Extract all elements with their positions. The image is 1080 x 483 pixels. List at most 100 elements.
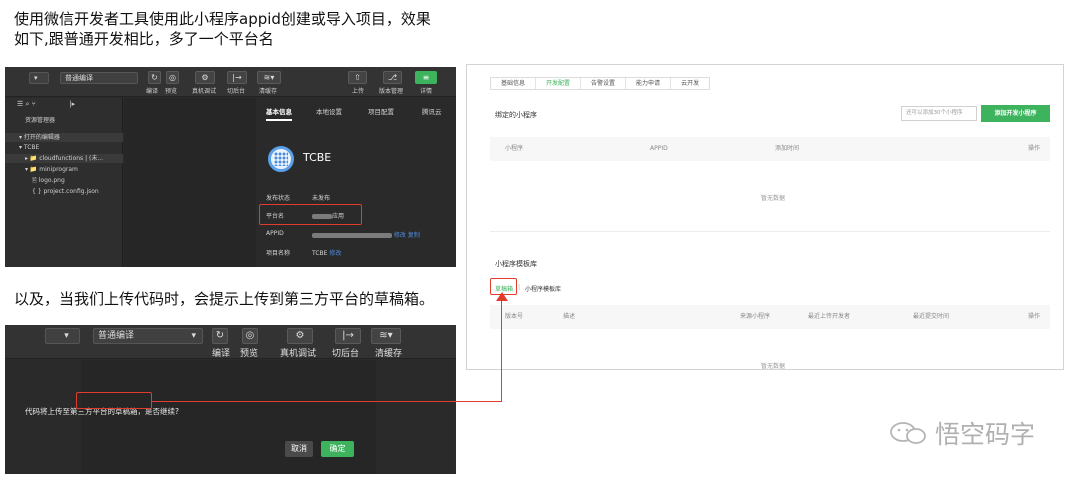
project-name-edit-link[interactable]: 修改 <box>329 250 341 257</box>
tree-open-editors[interactable]: ▾ 打开的编辑器 <box>5 133 123 142</box>
clear-cache-icon-2[interactable]: ≋▾ <box>371 328 401 344</box>
template-empty-text: 暂无数据 <box>761 363 786 370</box>
editor-area <box>124 98 256 267</box>
dialog-backdrop-right <box>377 360 452 474</box>
app-name: TCBE <box>303 151 332 164</box>
wechat-logo-icon <box>890 422 926 444</box>
template-table-header: 版本号 描述 来源小程序 最近上传开发者 最近提交时间 操作 <box>490 305 1050 329</box>
add-dev-miniprogram-button[interactable]: 添加开发小程序 <box>981 105 1050 122</box>
tab-tencent-cloud[interactable]: 腾讯云 <box>422 106 442 116</box>
connector-line-horizontal <box>151 401 502 403</box>
tree-cloudfunctions[interactable]: ▸ 📁 cloudfunctions | (未... <box>5 154 123 163</box>
bound-miniprograms-title: 绑定的小程序 <box>495 111 537 119</box>
publish-status-key: 发布状态 <box>266 195 291 202</box>
appid-links[interactable]: 修改 复制 <box>394 232 420 239</box>
compile-mode-value: 普通编译 <box>98 331 135 341</box>
template-col-developer: 最近上传开发者 <box>808 313 851 320</box>
bound-col-appid: APPID <box>650 145 668 152</box>
project-name-value: TCBE 修改 <box>312 250 342 257</box>
remote-debug-label: 真机调试 <box>192 88 217 95</box>
version-label: 版本管理 <box>379 88 404 95</box>
background-label: 切后台 <box>227 88 246 95</box>
device-select-2[interactable]: ▾ <box>45 328 80 344</box>
upload-label: 上传 <box>352 88 365 95</box>
ide-screenshot-upload-dialog: ▾ 普通编译 ▾ ↻ ◎ ⚙ |→ ≋▾ 编译 预览 真机调试 切后台 清缓存 代… <box>5 325 456 474</box>
tab-dev-config[interactable]: 开发配置 <box>536 78 582 89</box>
appid-key: APPID <box>266 230 284 237</box>
platform-name-highlight <box>259 204 362 225</box>
bound-empty-text: 暂无数据 <box>761 195 786 202</box>
app-logo-icon <box>268 146 294 172</box>
background-icon[interactable]: |→ <box>227 71 247 84</box>
tree-miniprogram[interactable]: ▾ 📁 miniprogram <box>5 165 123 174</box>
remote-debug-icon[interactable]: ⚙ <box>195 71 215 84</box>
details-icon[interactable]: ≡ <box>415 71 437 84</box>
clear-cache-label-2: 清缓存 <box>375 349 403 359</box>
compile-label: 编译 <box>146 88 159 95</box>
watermark-text: 悟空码字 <box>935 420 1036 449</box>
preview-label-2: 预览 <box>240 349 259 359</box>
template-col-submit-time: 最近提交时间 <box>913 313 950 320</box>
template-col-source: 来源小程序 <box>740 313 771 320</box>
tree-logo[interactable]: 🖹 logo.png <box>5 176 123 185</box>
explorer-toolbar-icons[interactable]: ☰ ⌕ ⑂ |▸ <box>17 100 135 109</box>
clear-cache-label: 清缓存 <box>259 88 278 95</box>
bound-col-miniprogram: 小程序 <box>505 145 524 152</box>
compile-mode-select-2[interactable]: 普通编译 ▾ <box>93 328 203 344</box>
version-icon[interactable]: ⎇ <box>383 71 402 84</box>
intro-line-2: 如下,跟普通开发相比，多了一个平台名 <box>14 30 274 48</box>
tab-basic[interactable]: 基础信息 <box>491 78 537 89</box>
intro-text: 使用微信开发者工具使用此小程序appid创建或导入项目，效果 如下,跟普通开发相… <box>14 9 464 49</box>
tab-local-settings[interactable]: 本地设置 <box>316 106 342 116</box>
details-panel: 基本信息 本地设置 项目配置 腾讯云 TCBE 发布状态 未发布 平台名 应用 … <box>256 98 456 267</box>
compile-mode-select[interactable]: 普通编译 <box>60 72 138 84</box>
template-col-desc: 描述 <box>563 313 576 320</box>
remote-debug-icon-2[interactable]: ⚙ <box>287 328 313 344</box>
confirm-button[interactable]: 确定 <box>321 441 354 457</box>
preview-label: 预览 <box>165 88 178 95</box>
tab-capability[interactable]: 能力申请 <box>626 78 672 89</box>
segment-template-library[interactable]: 小程序模板库 <box>525 284 561 293</box>
ide-toolbar-2: ▾ 普通编译 ▾ ↻ ◎ ⚙ |→ ≋▾ 编译 预览 真机调试 切后台 清缓存 <box>5 325 456 359</box>
preview-icon-2[interactable]: ◎ <box>242 328 258 344</box>
compile-icon-2[interactable]: ↻ <box>212 328 228 344</box>
console-tabs: 基础信息 开发配置 告警设置 能力申请 云开发 <box>490 77 711 90</box>
intro-line-3: 以及，当我们上传代码时，会提示上传到第三方平台的草稿箱。 <box>14 290 435 308</box>
cancel-button[interactable]: 取消 <box>285 441 313 457</box>
remote-debug-label-2: 真机调试 <box>280 349 317 359</box>
ide-toolbar: ▾ 普通编译 ↻ ◎ ⚙ |→ ≋▾ ⇧ ⎇ ≡ 编译 预览 真机调试 切后台 … <box>5 67 456 97</box>
tab-project-config[interactable]: 项目配置 <box>368 106 394 116</box>
publish-status-value: 未发布 <box>312 195 331 202</box>
section-divider <box>490 231 1050 232</box>
bound-table-header: 小程序 APPID 添加时间 操作 <box>490 137 1050 161</box>
background-label-2: 切后台 <box>332 349 360 359</box>
tree-project-config[interactable]: { } project.config.json <box>5 187 123 196</box>
ide-screenshot-project-info: ▾ 普通编译 ↻ ◎ ⚙ |→ ≋▾ ⇧ ⎇ ≡ 编译 预览 真机调试 切后台 … <box>5 67 456 267</box>
compile-label-2: 编译 <box>212 349 231 359</box>
bound-col-action: 操作 <box>1028 145 1041 152</box>
dialog-backdrop-left <box>5 360 80 474</box>
template-col-action: 操作 <box>1028 313 1041 320</box>
template-library-title: 小程序模板库 <box>495 260 537 268</box>
project-name-key: 项目名称 <box>266 250 291 257</box>
draft-box-highlight <box>76 392 152 409</box>
device-select[interactable]: ▾ <box>29 72 49 84</box>
details-label: 详情 <box>420 88 433 95</box>
tab-alerts[interactable]: 告警设置 <box>581 78 627 89</box>
upload-icon[interactable]: ⇧ <box>348 71 367 84</box>
bound-col-time: 添加时间 <box>775 145 800 152</box>
compile-icon[interactable]: ↻ <box>148 71 161 84</box>
clear-cache-icon[interactable]: ≋▾ <box>257 71 281 84</box>
tab-cloud-dev[interactable]: 云开发 <box>671 78 709 89</box>
intro-line-1: 使用微信开发者工具使用此小程序appid创建或导入项目，效果 <box>14 10 431 28</box>
preview-icon[interactable]: ◎ <box>166 71 179 84</box>
appid-value: 修改 复制 <box>312 230 420 239</box>
background-icon-2[interactable]: |→ <box>335 328 361 344</box>
bound-count-hint: 还可以添加30个小程序 <box>901 106 977 121</box>
tab-basic-info[interactable]: 基本信息 <box>266 106 292 121</box>
segment-separator: | <box>518 284 521 291</box>
third-party-platform-console: 基础信息 开发配置 告警设置 能力申请 云开发 绑定的小程序 还可以添加30个小… <box>466 64 1064 370</box>
connector-arrowhead-icon <box>496 292 508 301</box>
tree-root[interactable]: ▾ TCBE <box>5 143 123 152</box>
file-explorer: ☰ ⌕ ⑂ |▸ 资源管理器 ▾ 打开的编辑器 ▾ TCBE ▸ 📁 cloud… <box>5 98 123 267</box>
